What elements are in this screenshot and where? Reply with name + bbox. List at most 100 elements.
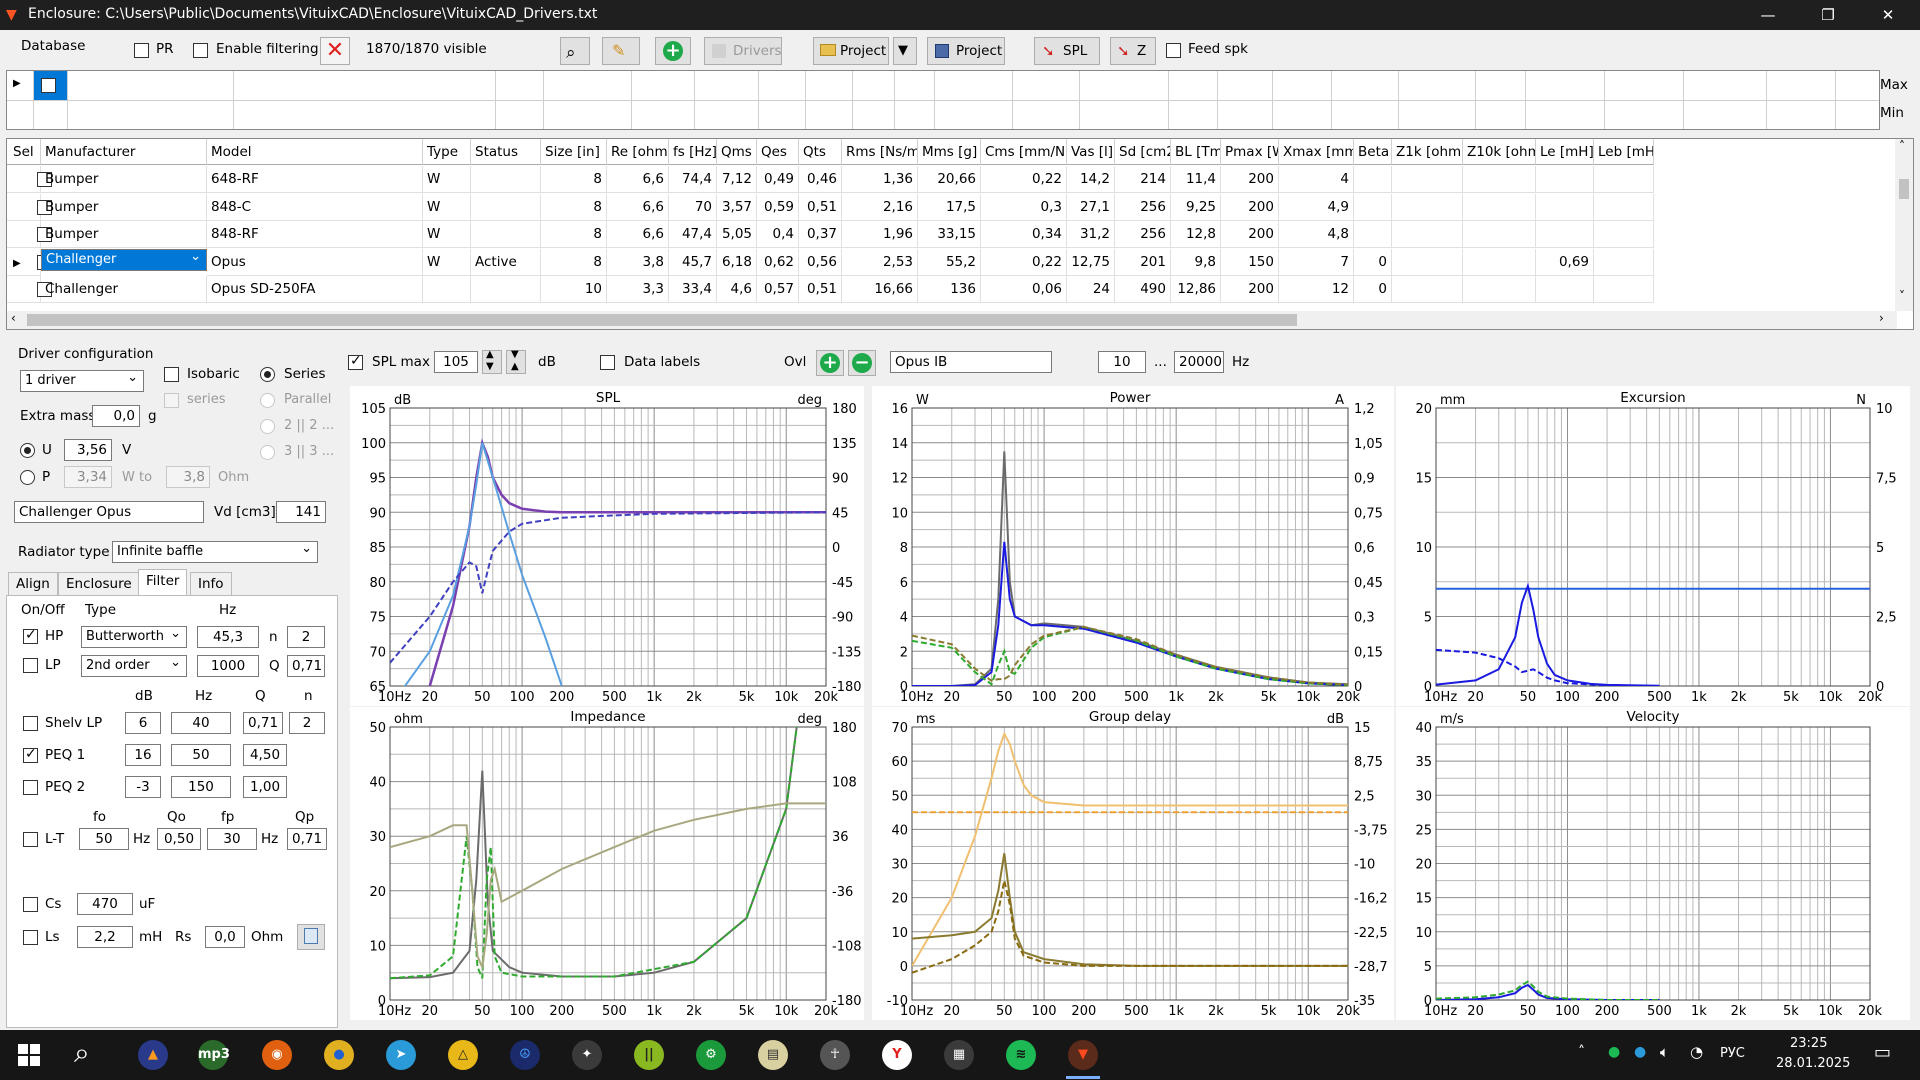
lp-q-input[interactable]: 0,71 [287, 655, 325, 677]
notepad-icon[interactable]: ▤ [758, 1040, 788, 1070]
table-cell[interactable]: 201 [1115, 248, 1171, 276]
wifi-icon[interactable]: ◔ [1690, 1043, 1703, 1061]
column-header[interactable]: Qms [717, 139, 757, 165]
chart-excursion[interactable]: 20 15 10 5 0 10 7,5 5 2,5 0 10Hz 20 50 100 200 500 1k 2k 5… [1396, 386, 1910, 706]
chart-impedance[interactable]: 50 40 30 20 10 0 180 108 36 -36 -108 -180 10Hz 20 50 10… [350, 707, 864, 1020]
export-z-button[interactable]: ➘ Z [1110, 37, 1156, 65]
table-cell[interactable] [1536, 193, 1594, 221]
project-dropdown-button[interactable]: ▼ [893, 37, 917, 65]
hp-n-input[interactable]: 2 [287, 626, 325, 648]
vscroll-thumb[interactable] [1899, 179, 1909, 199]
table-cell[interactable]: 14,2 [1067, 166, 1115, 193]
ohm-input[interactable]: 3,8 [166, 466, 210, 488]
table-cell[interactable]: 33,4 [669, 276, 717, 303]
hp-hz-input[interactable]: 45,3 [197, 626, 259, 648]
chart-svg[interactable]: 16 14 12 10 8 6 4 20 1,2 1,05 0,9 0,75 0,6 0,45 0,3 0,1… [872, 386, 1394, 706]
parallel-2x2-radio[interactable] [260, 419, 275, 434]
table-cell[interactable]: Opus [207, 248, 423, 276]
spotify-icon[interactable]: ≋ [1006, 1040, 1036, 1070]
column-header[interactable]: Sd [cm2] [1115, 139, 1171, 165]
voltage-input[interactable]: 3,56 [64, 439, 112, 461]
table-cell[interactable] [1463, 248, 1536, 276]
hp-checkbox[interactable] [23, 627, 38, 644]
chart-svg[interactable]: 20151050107,552,5010Hz 20 50 100 200 500 1k 2k 5… [1396, 386, 1910, 706]
drivers-button[interactable]: Drivers [704, 37, 782, 65]
table-cell[interactable]: Bumper [41, 193, 207, 221]
peq1-db-input[interactable]: 16 [125, 744, 161, 766]
table-cell[interactable]: 0,3 [981, 193, 1067, 221]
column-header[interactable]: Cms [mm/N] [981, 139, 1067, 165]
column-header[interactable]: Model [207, 139, 423, 165]
peq1-checkbox[interactable] [23, 746, 38, 763]
table-cell[interactable]: Opus SD-250FA [207, 276, 423, 303]
column-header[interactable]: Beta [1354, 139, 1392, 165]
overlay-add-button[interactable]: + [816, 350, 844, 376]
table-cell[interactable]: 8 [541, 193, 607, 221]
table-cell[interactable]: Active [471, 248, 541, 276]
table-cell[interactable]: 648-RF [207, 166, 423, 193]
row-select-cell[interactable] [7, 248, 52, 276]
copy-button[interactable] [297, 924, 325, 950]
table-cell[interactable]: 200 [1221, 193, 1279, 221]
column-header[interactable]: Z10k [ohm] [1463, 139, 1536, 165]
vituixcad-icon[interactable]: ▼ [1068, 1040, 1098, 1070]
table-cell[interactable]: 0,22 [981, 166, 1067, 193]
peq1-hz-input[interactable]: 50 [171, 744, 231, 766]
cs-input[interactable]: 470 [77, 893, 133, 915]
table-cell[interactable]: 848-RF [207, 221, 423, 248]
column-header[interactable]: Mms [g] [918, 139, 981, 165]
table-cell[interactable]: 8 [541, 248, 607, 276]
table-cell[interactable]: 11,4 [1171, 166, 1221, 193]
chart-spl[interactable]: 105 100 95 90 85 80 75 70 65 180 135 90 45 0 -45 -90 -13… [350, 386, 864, 706]
shelv-lp-checkbox[interactable] [23, 716, 38, 731]
table-cell[interactable]: 2,16 [842, 193, 918, 221]
table-cell[interactable]: 214 [1115, 166, 1171, 193]
table-cell[interactable] [1392, 276, 1463, 303]
table-cell[interactable] [1392, 248, 1463, 276]
column-header[interactable]: fs [Hz] [669, 139, 717, 165]
notifications-icon[interactable]: ▭ [1874, 1042, 1891, 1063]
table-cell[interactable]: 7 [1279, 248, 1354, 276]
restore-button[interactable]: ❐ [1800, 0, 1856, 30]
windows-start-icon[interactable] [18, 1044, 40, 1066]
spotify-tray-icon[interactable]: ● [1608, 1044, 1620, 1060]
chart-velocity[interactable]: 40 35 30 25 20 15 10 5 0 10Hz 20 50 100 200 500 1k 2k 5k 1… [1396, 707, 1910, 1020]
lt-fo-input[interactable]: 50 [79, 828, 129, 850]
table-cell[interactable] [1463, 193, 1536, 221]
cs-checkbox[interactable] [23, 897, 38, 912]
table-cell[interactable]: W [423, 193, 471, 221]
table-cell[interactable]: 24 [1067, 276, 1115, 303]
table-cell[interactable]: 200 [1221, 276, 1279, 303]
table-cell[interactable]: 0 [1354, 248, 1392, 276]
column-header[interactable]: Manufacturer [41, 139, 207, 165]
series-sub-checkbox[interactable] [164, 393, 179, 408]
table-cell[interactable] [1594, 221, 1654, 248]
lt-fp-input[interactable]: 30 [207, 828, 257, 850]
table-cell[interactable]: 0,69 [1536, 248, 1594, 276]
table-cell[interactable]: 7,12 [717, 166, 757, 193]
table-cell[interactable]: 0,4 [757, 221, 799, 248]
lt-qp-input[interactable]: 0,71 [287, 828, 327, 850]
chart-svg[interactable]: 706050403020100-10158,752,5-3,75-10-16,2… [872, 707, 1394, 1020]
shelv-hz-input[interactable]: 40 [171, 712, 231, 734]
column-header[interactable]: Qts [799, 139, 842, 165]
radiator-select[interactable]: Infinite baffle [112, 539, 318, 563]
column-header[interactable]: Z1k [ohm] [1392, 139, 1463, 165]
export-spl-button[interactable]: ➘ SPL [1034, 37, 1100, 65]
table-cell[interactable]: 4,9 [1279, 193, 1354, 221]
pr-checkbox[interactable] [134, 43, 149, 58]
search-button[interactable]: ⌕ [560, 37, 590, 65]
table-cell[interactable]: 0,49 [757, 166, 799, 193]
table-cell[interactable] [471, 193, 541, 221]
table-cell[interactable] [1536, 276, 1594, 303]
table-cell[interactable]: 6,6 [607, 166, 669, 193]
close-button[interactable]: ✕ [1860, 0, 1916, 30]
table-cell[interactable]: 8 [541, 221, 607, 248]
table-cell[interactable]: 0,51 [799, 276, 842, 303]
table-cell[interactable] [1463, 221, 1536, 248]
chart-svg[interactable]: 5040302010018010836-36-108-18010Hz 20 50 10… [350, 707, 864, 1020]
table-cell[interactable]: 3,57 [717, 193, 757, 221]
telegram-icon[interactable]: ➤ [386, 1040, 416, 1070]
table-cell[interactable] [471, 221, 541, 248]
telegram-tray-icon[interactable]: ● [1634, 1044, 1646, 1060]
